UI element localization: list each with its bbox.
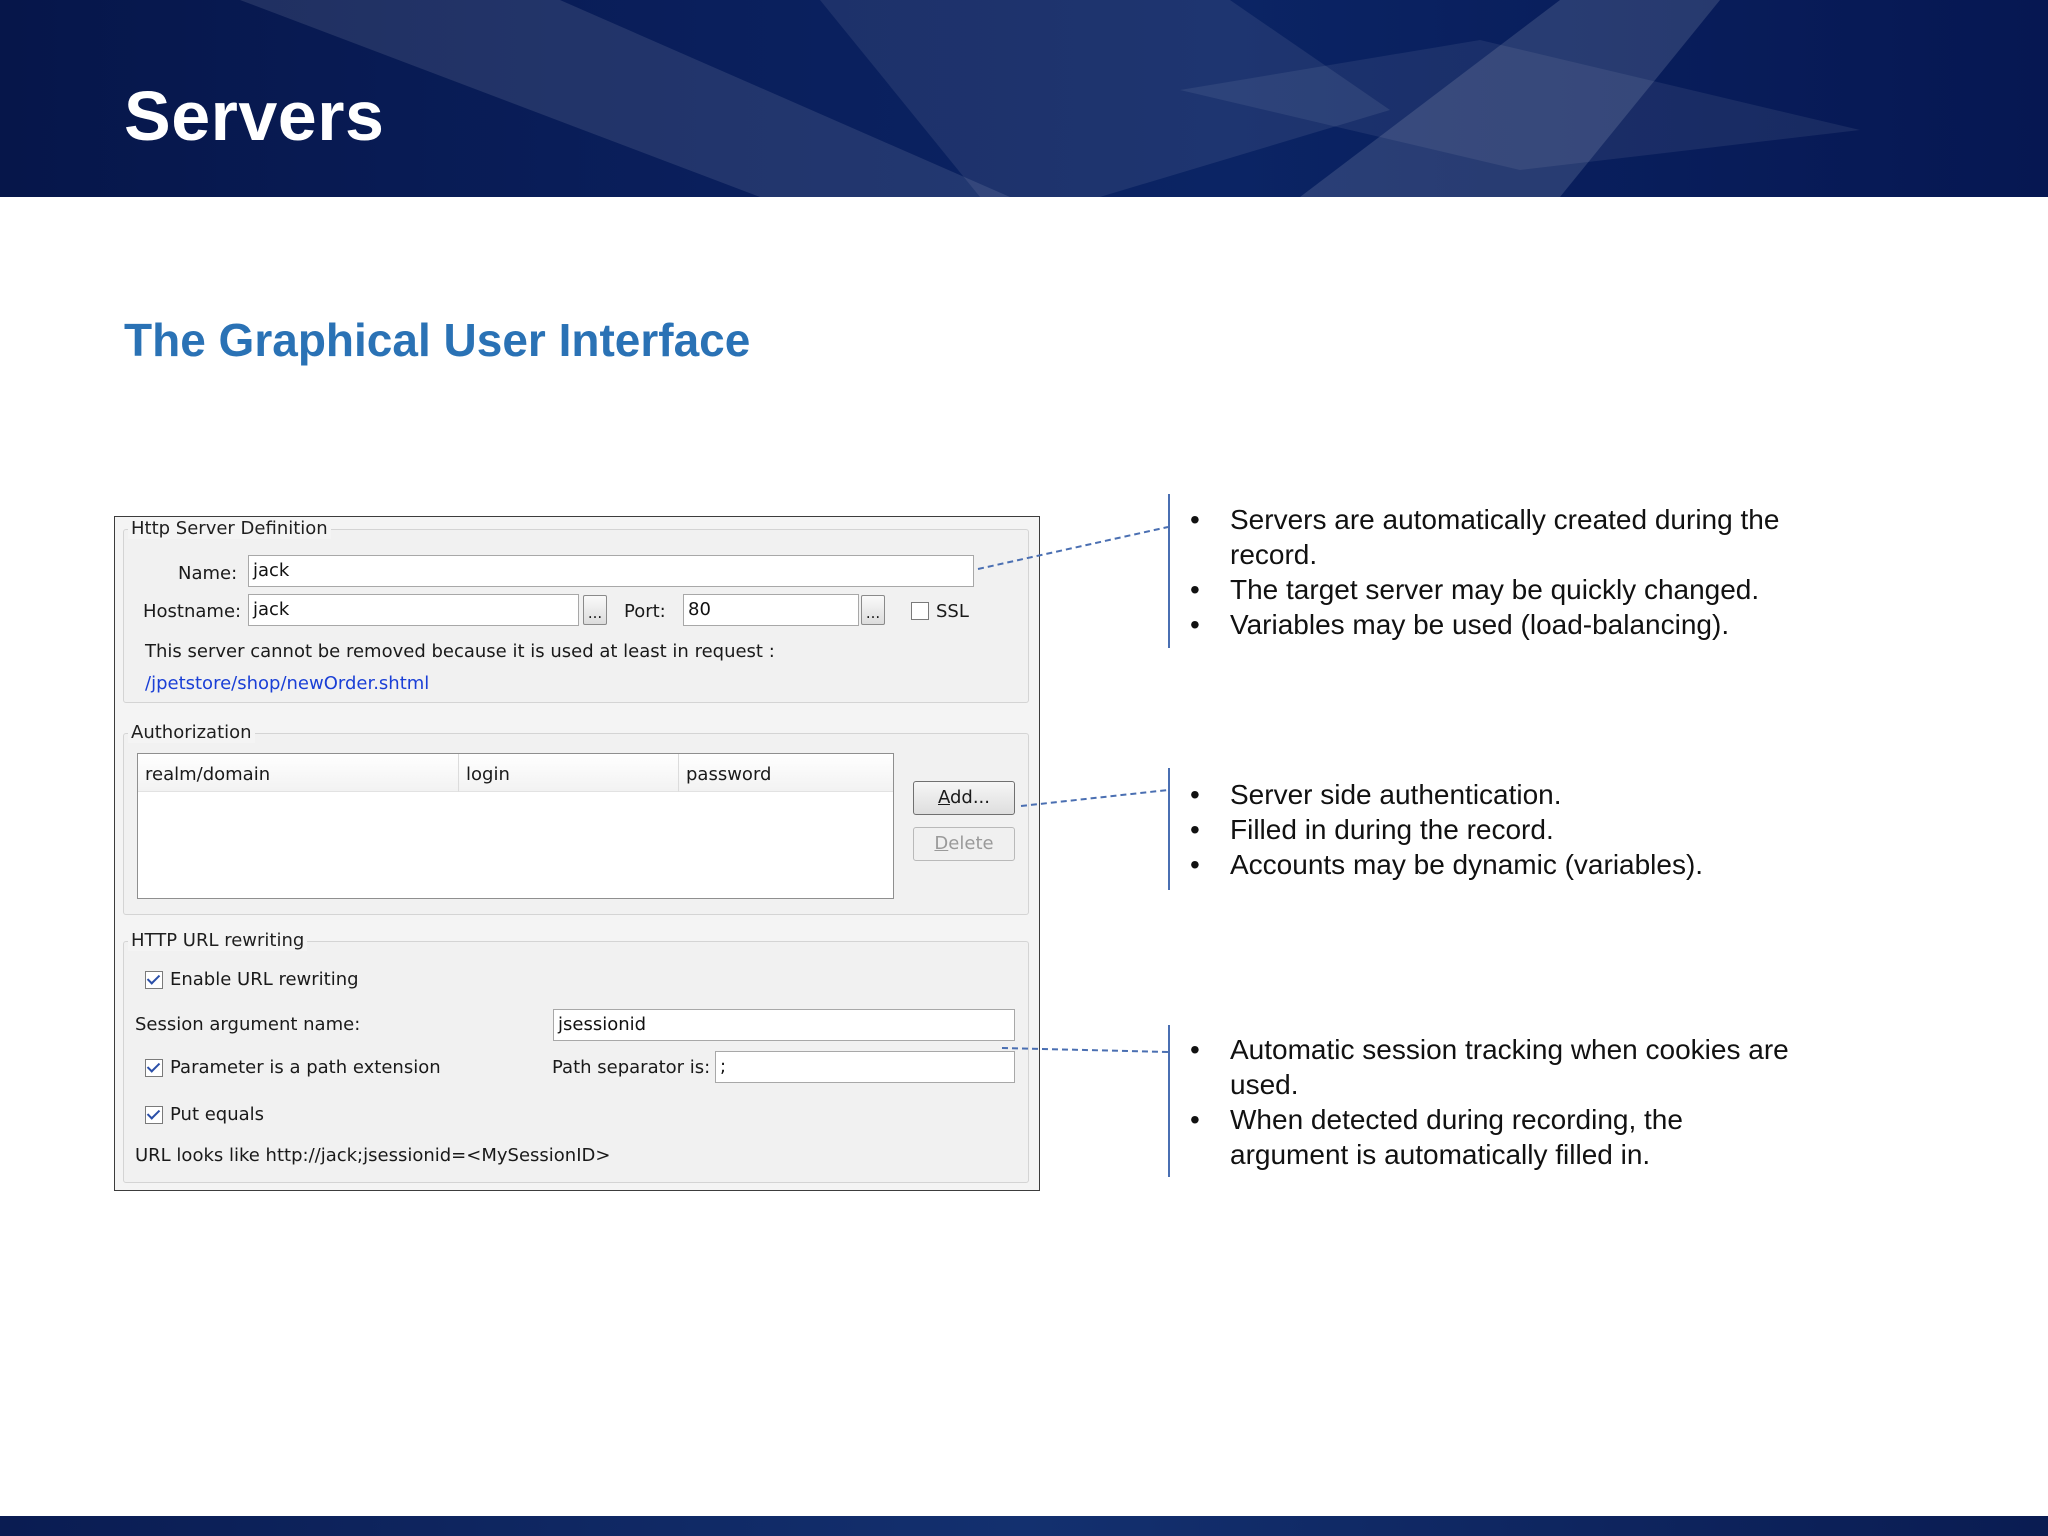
note-item: When detected during recording, the argu… xyxy=(1190,1102,1790,1172)
footer-band xyxy=(0,1516,2048,1536)
note-item: Variables may be used (load-balancing). xyxy=(1190,607,1830,642)
notes-auth: Server side authentication. Filled in du… xyxy=(1190,777,1830,882)
callout-bar-auth xyxy=(1168,768,1170,890)
note-item: Automatic session tracking when cookies … xyxy=(1190,1032,1790,1102)
note-item: Server side authentication. xyxy=(1190,777,1830,812)
note-item: Filled in during the record. xyxy=(1190,812,1830,847)
notes-server: Servers are automatically created during… xyxy=(1190,502,1830,642)
callout-bar-server xyxy=(1168,494,1170,648)
callout-bar-rewrite xyxy=(1168,1025,1170,1177)
note-item: The target server may be quickly changed… xyxy=(1190,572,1830,607)
note-item: Accounts may be dynamic (variables). xyxy=(1190,847,1830,882)
callout-connectors xyxy=(977,526,1169,1053)
note-item: Servers are automatically created during… xyxy=(1190,502,1830,572)
notes-rewrite: Automatic session tracking when cookies … xyxy=(1190,1032,1790,1172)
